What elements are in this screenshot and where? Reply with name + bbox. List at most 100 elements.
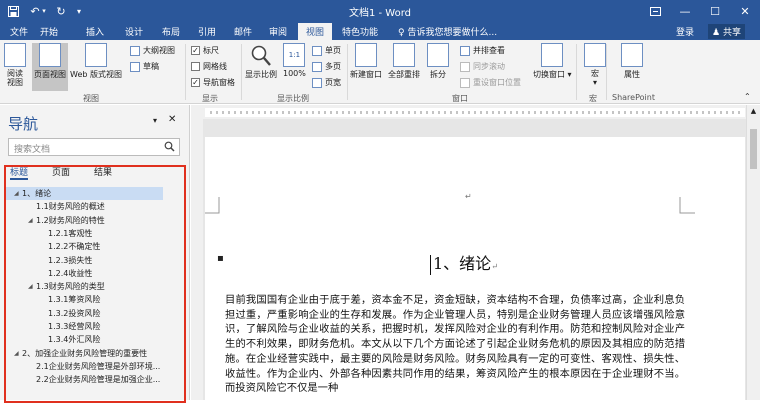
- web-layout-icon: [84, 43, 107, 67]
- split-button[interactable]: 拆分: [427, 43, 449, 80]
- switch-windows-button[interactable]: 切换窗口 ▾: [533, 43, 572, 80]
- heading-item-label: 1.3.2投资风险: [48, 308, 101, 318]
- sign-in-link[interactable]: 登录: [676, 25, 694, 38]
- tab-headings[interactable]: 标题: [10, 165, 29, 180]
- document-body[interactable]: 目前我国国有企业由于底于差，资本金不足，资金短缺，资本结构不合理，负债率过高，企…: [225, 293, 685, 396]
- one-page-button[interactable]: 单页: [312, 45, 341, 56]
- navigation-search-input[interactable]: 搜索文档: [8, 138, 180, 156]
- vertical-scrollbar[interactable]: ▲: [746, 105, 760, 400]
- heading-item[interactable]: ◢ 2、加强企业财务风险管理的重要性: [6, 347, 147, 360]
- split-icon: [427, 43, 449, 67]
- heading-item-label: 1.2.3损失性: [48, 255, 93, 265]
- zoom-button[interactable]: 显示比例: [245, 43, 277, 80]
- ribbon-display-options-icon[interactable]: [640, 0, 670, 22]
- heading-item[interactable]: 1.2.2不确定性: [6, 240, 100, 253]
- macros-button[interactable]: 宏 ▾: [584, 43, 606, 87]
- reset-window-position-button[interactable]: 重设窗口位置: [460, 77, 521, 88]
- expand-triangle-icon[interactable]: ◢: [14, 347, 22, 360]
- share-button[interactable]: ♟ 共享: [708, 24, 745, 39]
- heading-item[interactable]: ◢ 1.3财务风险的类型: [6, 280, 105, 293]
- tab-file[interactable]: 文件: [10, 25, 28, 38]
- tab-view[interactable]: 视图: [298, 23, 333, 40]
- tab-results[interactable]: 结果: [94, 165, 112, 180]
- expand-triangle-icon[interactable]: ◢: [14, 187, 22, 200]
- zoom-100-label: 100%: [283, 69, 306, 78]
- print-layout-button[interactable]: 页面视图: [32, 43, 68, 91]
- page-width-button[interactable]: 页宽: [312, 77, 341, 88]
- group-label-macros: 宏: [589, 94, 597, 103]
- group-divider: [185, 44, 186, 100]
- ribbon-tabs: 文件 开始 插入 设计 布局 引用 邮件 审阅 视图 特色功能 ♀ 告诉我您想要…: [0, 22, 760, 40]
- multiple-pages-button[interactable]: 多页: [312, 61, 341, 72]
- tab-references[interactable]: 引用: [198, 25, 216, 38]
- collapse-ribbon-icon[interactable]: ⌃: [744, 92, 751, 101]
- view-side-by-side-button[interactable]: 并排查看: [460, 45, 505, 56]
- tab-review[interactable]: 审阅: [269, 25, 287, 38]
- horizontal-ruler[interactable]: [191, 105, 746, 119]
- new-window-button[interactable]: 新建窗口: [350, 43, 382, 80]
- group-divider: [347, 44, 348, 100]
- tab-home[interactable]: 开始: [40, 25, 58, 38]
- tab-insert[interactable]: 插入: [86, 25, 104, 38]
- group-label-window: 窗口: [452, 94, 468, 103]
- heading-item[interactable]: ◢ 1.2财务风险的特性: [6, 214, 105, 227]
- heading-item-label: 1.3财务风险的类型: [36, 282, 105, 292]
- gridlines-checkbox[interactable]: 网格线: [191, 61, 227, 72]
- heading-item[interactable]: 1.3.1筹资风险: [6, 293, 100, 306]
- close-pane-icon[interactable]: ✕: [168, 114, 176, 125]
- draft-button[interactable]: 草稿: [130, 61, 159, 72]
- zoom-100-button[interactable]: 1:1 100%: [283, 43, 306, 78]
- outline-label: 大纲视图: [143, 46, 175, 55]
- ruler-checkbox[interactable]: ✓ 标尺: [191, 45, 219, 56]
- split-label: 拆分: [430, 70, 446, 79]
- properties-button[interactable]: 属性: [621, 43, 643, 80]
- read-mode-button[interactable]: 阅读 视图: [4, 43, 26, 87]
- document-area: ↵ ▪ 1、绪论↵ 目前我国国有企业由于底于差，资本金不足，资金短缺，资本结构不…: [191, 105, 746, 400]
- heading-item[interactable]: 1.2.4收益性: [6, 267, 92, 280]
- document-heading[interactable]: 1、绪论↵: [430, 250, 498, 275]
- scroll-up-icon[interactable]: ▲: [747, 107, 760, 115]
- tell-me-box[interactable]: ♀ 告诉我您想要做什么...: [398, 25, 497, 38]
- web-layout-button[interactable]: Web 版式视图: [70, 43, 122, 80]
- heading-item[interactable]: 1.2.3损失性: [6, 254, 92, 267]
- tab-special-features[interactable]: 特色功能: [342, 25, 378, 38]
- checkbox-checked-icon: ✓: [191, 46, 200, 55]
- tab-mailings[interactable]: 邮件: [234, 25, 252, 38]
- heading-item[interactable]: ◢ 1、绪论: [6, 187, 163, 200]
- heading-item[interactable]: 1.3.3经营风险: [6, 320, 100, 333]
- expand-triangle-icon[interactable]: ◢: [28, 280, 36, 293]
- tab-pages[interactable]: 页面: [52, 165, 70, 180]
- heading-item[interactable]: 1.3.2投资风险: [6, 307, 100, 320]
- close-icon[interactable]: ✕: [730, 0, 760, 22]
- share-label: 共享: [722, 28, 741, 38]
- scrollbar-thumb[interactable]: [750, 129, 757, 169]
- pane-options-icon[interactable]: ▾: [153, 116, 157, 125]
- text-cursor: [430, 254, 431, 275]
- heading-item[interactable]: 1.2.1客观性: [6, 227, 92, 240]
- tell-me-text: 告诉我您想要做什么...: [407, 28, 498, 38]
- document-page[interactable]: ↵ ▪ 1、绪论↵ 目前我国国有企业由于底于差，资本金不足，资金短缺，资本结构不…: [205, 137, 745, 400]
- arrange-all-button[interactable]: 全部重排: [388, 43, 420, 80]
- side-by-side-label: 并排查看: [473, 46, 505, 55]
- new-window-label: 新建窗口: [350, 70, 382, 79]
- maximize-icon[interactable]: ☐: [700, 0, 730, 22]
- outline-button[interactable]: 大纲视图: [130, 45, 175, 56]
- expand-triangle-icon[interactable]: ◢: [28, 214, 36, 227]
- navigation-pane-checkbox[interactable]: ✓ 导航窗格: [191, 77, 235, 88]
- minimize-icon[interactable]: —: [670, 0, 700, 22]
- synchronous-scrolling-button[interactable]: 同步滚动: [460, 61, 505, 72]
- tab-layout[interactable]: 布局: [162, 25, 180, 38]
- tab-design[interactable]: 设计: [125, 25, 143, 38]
- zoom-100-icon: 1:1: [283, 43, 306, 67]
- vertical-ruler[interactable]: [191, 119, 203, 400]
- heading-item[interactable]: 2.1企业财务风险管理是外部环境...: [6, 360, 160, 373]
- heading-item[interactable]: 1.3.4外汇风险: [6, 333, 100, 346]
- heading-item-label: 1.2.2不确定性: [48, 242, 101, 252]
- heading-item[interactable]: 2.2企业财务风险管理是加强企业...: [6, 373, 160, 386]
- magnifier-icon: [250, 43, 272, 67]
- search-icon[interactable]: [164, 141, 175, 155]
- heading-item[interactable]: 1.1财务风险的概述: [6, 200, 105, 213]
- page-width-icon: [312, 77, 322, 88]
- checkbox-checked-icon: ✓: [191, 78, 200, 87]
- arrange-all-label: 全部重排: [388, 70, 420, 79]
